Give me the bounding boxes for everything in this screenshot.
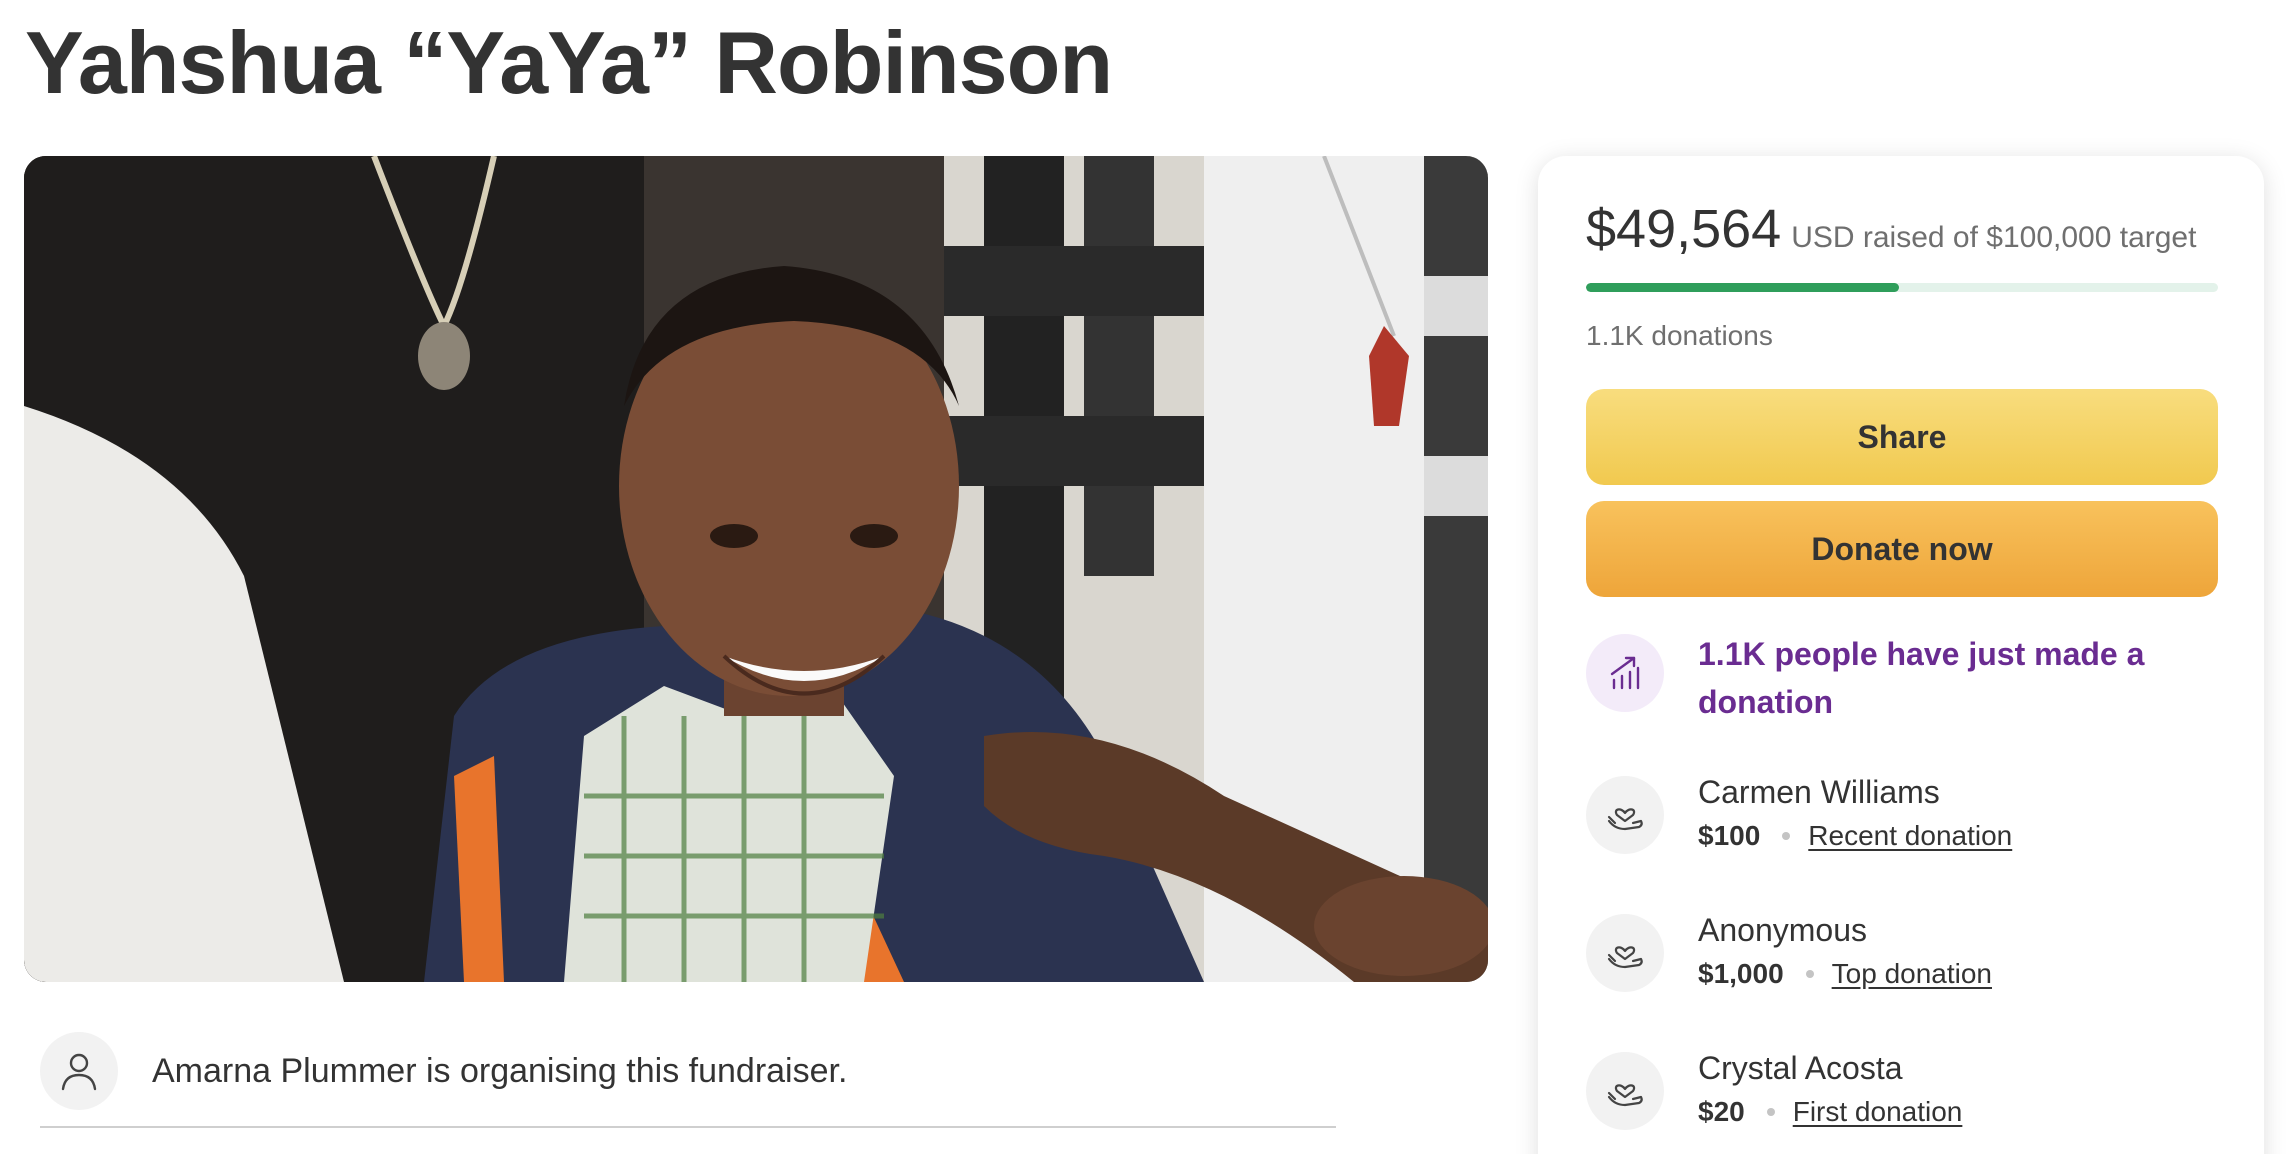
- donor-amount: $20: [1698, 1096, 1745, 1127]
- donor-name: Crystal Acosta: [1698, 1050, 1903, 1086]
- donor-amount: $100: [1698, 820, 1761, 851]
- heart-hand-icon: [1586, 914, 1664, 992]
- hero-photo: [24, 156, 1488, 982]
- amount-raised: $49,564 USD raised of $100,000 target: [1586, 198, 2196, 260]
- top-donation-link[interactable]: Top donation: [1832, 958, 1992, 990]
- fundraiser-hero-image: [24, 156, 1488, 982]
- donor-meta: $20 First donation: [1698, 1096, 1962, 1128]
- trending-chart-icon: [1586, 634, 1664, 712]
- donor-meta: $1,000 Top donation: [1698, 958, 1992, 990]
- organiser-text: Amarna Plummer is organising this fundra…: [152, 1051, 848, 1090]
- recent-donation-link[interactable]: Recent donation: [1808, 820, 2012, 852]
- donor-item: Crystal Acosta $20 First donation: [1586, 1050, 2218, 1140]
- donor-amount: $1,000: [1698, 958, 1784, 989]
- donor-name: Anonymous: [1698, 912, 1867, 948]
- donation-count: 1.1K donations: [1586, 320, 1773, 351]
- separator-dot: [1766, 1108, 1775, 1116]
- raised-amount: $49,564: [1586, 199, 1782, 259]
- donation-summary-card: $49,564 USD raised of $100,000 target 1.…: [1538, 156, 2264, 1154]
- trend-text: 1.1K people have just made a donation: [1698, 636, 2145, 720]
- raised-target: USD raised of $100,000 target: [1791, 221, 2197, 254]
- donation-trend: 1.1K people have just made a donation: [1586, 634, 2218, 734]
- page-title: Yahshua “YaYa” Robinson: [25, 13, 1113, 112]
- donate-now-button[interactable]: Donate now: [1586, 501, 2218, 597]
- donor-meta: $100 Recent donation: [1698, 820, 2012, 852]
- donor-name: Carmen Williams: [1698, 774, 1940, 810]
- person-icon: [40, 1032, 118, 1110]
- first-donation-link[interactable]: First donation: [1793, 1096, 1963, 1128]
- organiser-row: Amarna Plummer is organising this fundra…: [40, 1016, 1336, 1128]
- donor-item: Carmen Williams $100 Recent donation: [1586, 774, 2218, 864]
- separator-dot: [1805, 970, 1814, 978]
- progress-bar: [1586, 283, 2218, 292]
- separator-dot: [1782, 832, 1791, 840]
- heart-hand-icon: [1586, 776, 1664, 854]
- share-button[interactable]: Share: [1586, 389, 2218, 485]
- heart-hand-icon: [1586, 1052, 1664, 1130]
- progress-fill: [1586, 283, 1900, 292]
- donor-item: Anonymous $1,000 Top donation: [1586, 912, 2218, 1002]
